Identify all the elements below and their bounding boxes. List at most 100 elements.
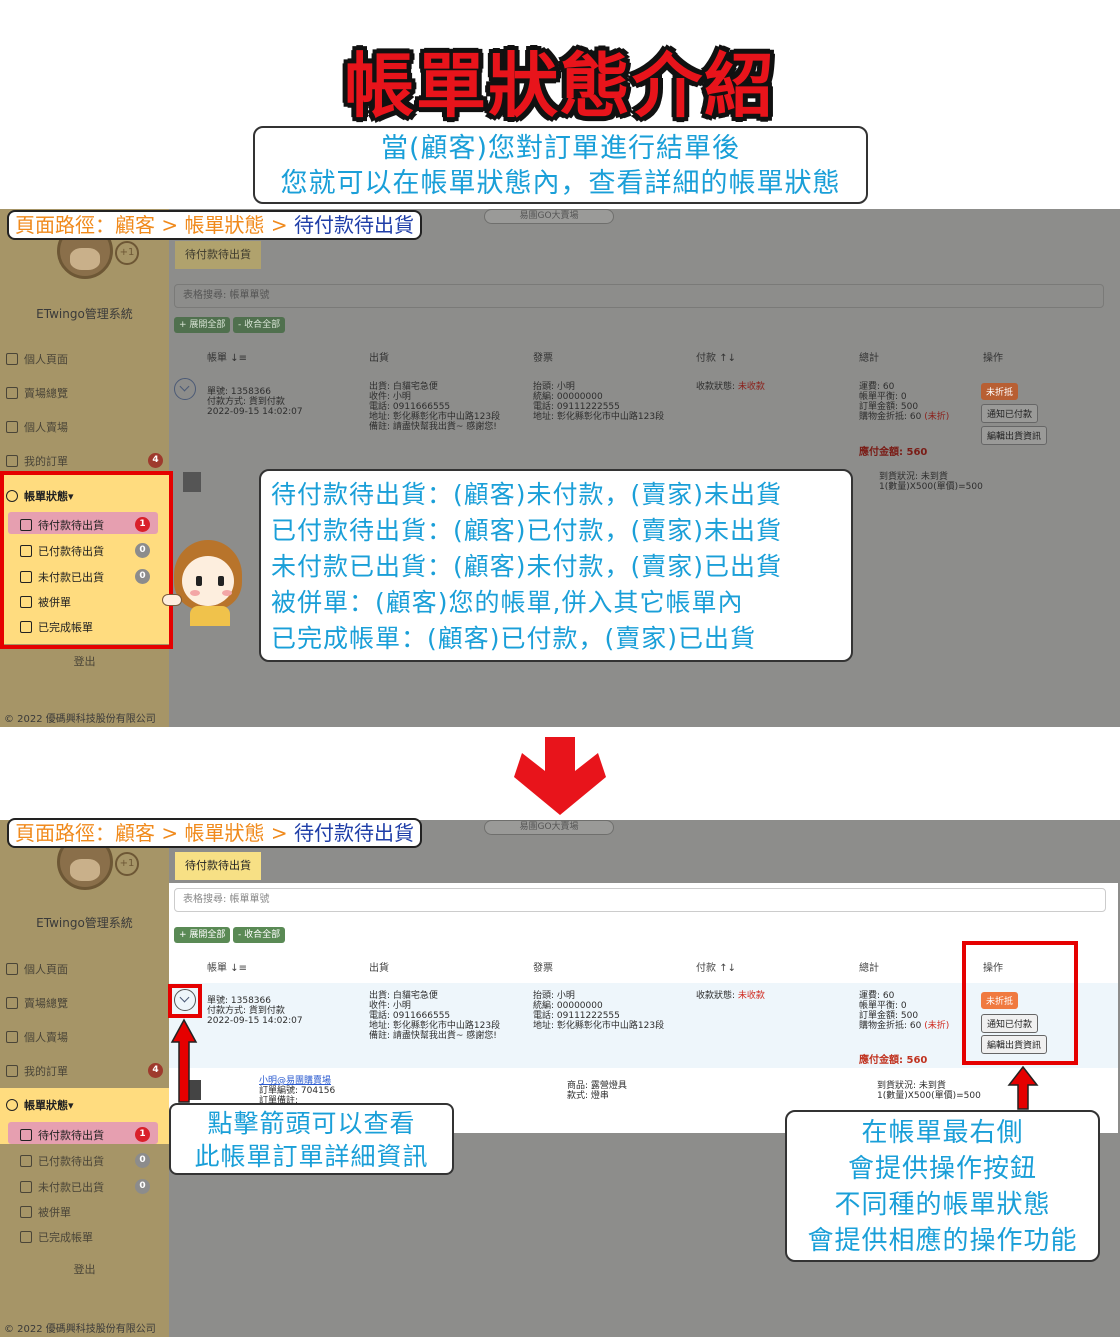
- search-input[interactable]: 表格搜尋: 帳單單號: [174, 888, 1106, 912]
- sidebar-item-pending-pay-ship[interactable]: 待付款待出貨 1: [20, 1127, 160, 1143]
- shop-link[interactable]: 小明@易團購賣場: [259, 1076, 335, 1086]
- sidebar-item-personal-page[interactable]: 個人頁面: [6, 351, 68, 367]
- pay-status-value: 未收款: [737, 991, 765, 1001]
- breadcrumb-current: 待付款待出貨: [293, 821, 414, 845]
- column-label: 付款: [696, 353, 716, 364]
- collapse-all-button[interactable]: - 收合全部: [233, 317, 286, 333]
- sidebar-item-merged[interactable]: 被併單: [20, 1204, 71, 1220]
- invoice-info: 抬頭: 小明 統編: 00000000 電話: 09111222555 地址: …: [533, 382, 664, 422]
- expand-row-icon[interactable]: [174, 378, 196, 400]
- pay-method: 付款方式: 貨到付款: [207, 1006, 285, 1016]
- count-badge: 4: [148, 453, 163, 468]
- not-discounted-button[interactable]: 未折抵: [981, 383, 1019, 400]
- status-explanation-callout: 待付款待出貨：(顧客)未付款，(賣家)未出貨 已付款待出貨：(顧客)已付款，(賣…: [259, 469, 853, 662]
- discount-status: (未折): [924, 412, 950, 422]
- sidebar-item-paid-pending-ship[interactable]: 已付款待出貨 0: [20, 1153, 160, 1169]
- recipient: 收件: 小明: [369, 392, 411, 402]
- status-line: 被併單：(顧客)您的帳單,併入其它帳單內: [271, 588, 744, 617]
- notify-paid-button[interactable]: 通知已付款: [981, 404, 1039, 423]
- column-payment[interactable]: 付款 ↑↓: [696, 959, 736, 974]
- sidebar-item-bill-status[interactable]: 帳單狀態▾: [6, 1097, 74, 1113]
- sidebar-item-label: 個人頁面: [24, 963, 68, 976]
- column-label: 付款: [696, 963, 716, 974]
- edit-shipping-button[interactable]: 編輯出貨資訊: [981, 426, 1048, 445]
- logout-link[interactable]: 登出: [0, 1261, 169, 1277]
- qty-price: 1(數量)X500(單價)=500: [877, 1091, 981, 1101]
- product-thumbnail: [183, 472, 201, 492]
- hint-line: 此帳單訂單詳細資訊: [194, 1142, 429, 1171]
- sidebar: +1 ETwingo管理系統 個人頁面 賣場總覽 個人賣場 我的訂單 4 帳單狀態…: [0, 209, 169, 727]
- sidebar-item-label: 已完成帳單: [38, 1231, 93, 1244]
- sort-icon: ↓≡: [230, 353, 247, 364]
- sidebar-item-market-overview[interactable]: 賣場總覽: [6, 385, 68, 401]
- order-amount: 訂單金額: 500: [859, 1011, 919, 1021]
- discount-label: 購物金折抵: 60: [859, 412, 925, 422]
- copyright: © 2022 優碼興科技股份有限公司: [4, 714, 156, 725]
- page-title: 帳單狀態介紹: [344, 45, 776, 127]
- sidebar-item-label: 已付款待出貨: [38, 1155, 104, 1168]
- hint-line: 不同種的帳單狀態: [834, 1190, 1051, 1220]
- intro-callout: 當(顧客)您對訂單進行結單後 您就可以在帳單狀態內，查看詳細的帳單狀態: [253, 126, 868, 204]
- expand-all-button[interactable]: + 展開全部: [174, 317, 231, 333]
- tab-pending-pay-ship[interactable]: 待付款待出貨: [175, 241, 261, 269]
- column-payment[interactable]: 付款 ↑↓: [696, 349, 736, 364]
- sidebar-item-label: 未付款已出貨: [38, 1181, 104, 1194]
- edit-icon: [20, 1129, 32, 1141]
- column-invoice: 發票: [533, 963, 553, 974]
- sidebar-item-unpaid-shipped[interactable]: 未付款已出貨 0: [20, 1179, 160, 1195]
- payable-amount: 應付金額: 560: [859, 1055, 928, 1066]
- recipient: 收件: 小明: [369, 1001, 411, 1011]
- mascot-eye: [218, 576, 224, 586]
- sidebar-item-personal-market[interactable]: 個人賣場: [6, 1029, 68, 1045]
- sort-icon: ↓≡: [230, 963, 247, 974]
- sidebar-item-completed[interactable]: 已完成帳單: [20, 1229, 93, 1245]
- alert-circle-icon: [6, 1099, 18, 1111]
- edit-icon: [20, 1155, 32, 1167]
- sidebar-item-personal-market[interactable]: 個人賣場: [6, 419, 68, 435]
- status-line: 已付款待出貨：(顧客)已付款，(賣家)未出貨: [271, 516, 783, 545]
- pay-status-label: 收款狀態:: [696, 991, 738, 1001]
- pointing-mascot-icon: [160, 536, 246, 628]
- hint-line: 點擊箭頭可以查看: [207, 1109, 416, 1138]
- column-invoice: 發票: [533, 353, 553, 364]
- column-bill[interactable]: 帳單 ↓≡: [207, 349, 247, 364]
- edit-icon: [20, 1206, 32, 1218]
- discount: 購物金折抵: 60 (未折): [859, 412, 949, 422]
- discount-label: 購物金折抵: 60: [859, 1021, 925, 1031]
- sidebar-item-market-overview[interactable]: 賣場總覽: [6, 995, 68, 1011]
- breadcrumb-prefix: 頁面路徑：顧客 > 帳單狀態 >: [15, 213, 294, 237]
- invoice-phone: 電話: 09111222555: [533, 1011, 620, 1021]
- down-arrow-icon: [514, 737, 606, 815]
- cart-icon: [6, 1031, 18, 1043]
- sidebar-item-my-orders[interactable]: 我的訂單 4: [6, 1063, 163, 1079]
- ship-note: 備註: 請盡快幫我出貨~ 感謝您!: [369, 1031, 497, 1041]
- sidebar-item-label: 個人賣場: [24, 1031, 68, 1044]
- count-badge: 1: [135, 1127, 150, 1142]
- sidebar-item-label: 我的訂單: [24, 1065, 68, 1078]
- payable-amount: 應付金額: 560: [859, 447, 928, 458]
- search-input[interactable]: 表格搜尋: 帳單單號: [174, 284, 1104, 308]
- column-bill[interactable]: 帳單 ↓≡: [207, 959, 247, 974]
- breadcrumb-callout-2: 頁面路徑：顧客 > 帳單狀態 > 待付款待出貨: [7, 818, 422, 848]
- status-line: 未付款已出貨：(顧客)未付款，(賣家)已出貨: [271, 552, 783, 581]
- pay-method: 付款方式: 貨到付款: [207, 397, 285, 407]
- market-select[interactable]: 易團GO大賣場: [484, 820, 614, 835]
- expand-all-button[interactable]: + 展開全部: [174, 927, 231, 943]
- mascot-face: [182, 556, 234, 606]
- sidebar-item-my-orders[interactable]: 我的訂單 4: [6, 453, 163, 469]
- bill-balance: 帳單平衡: 0: [859, 392, 907, 402]
- arrival-status: 到貨狀況: 未到貨: [877, 1081, 946, 1091]
- sidebar-item-label: 賣場總覽: [24, 997, 68, 1010]
- logout-link[interactable]: 登出: [0, 653, 169, 669]
- sidebar-item-label: 我的訂單: [24, 455, 68, 468]
- status-line: 已完成帳單：(顧客)已付款，(賣家)已出貨: [271, 624, 757, 653]
- intro-line-2: 您就可以在帳單狀態內，查看詳細的帳單狀態: [280, 168, 841, 199]
- bill-number: 單號: 1358366: [207, 996, 271, 1006]
- arrival-info: 到貨狀況: 未到貨 1(數量)X500(單價)=500: [877, 1081, 981, 1101]
- sidebar-item-personal-page[interactable]: 個人頁面: [6, 961, 68, 977]
- collapse-all-button[interactable]: - 收合全部: [233, 927, 286, 943]
- tab-pending-pay-ship[interactable]: 待付款待出貨: [175, 852, 261, 880]
- market-select[interactable]: 易團GO大賣場: [484, 209, 614, 224]
- actions-hint-callout: 在帳單最右側 會提供操作按鈕 不同種的帳單狀態 會提供相應的操作功能: [785, 1110, 1100, 1262]
- shipping-fee: 運費: 60: [859, 382, 895, 392]
